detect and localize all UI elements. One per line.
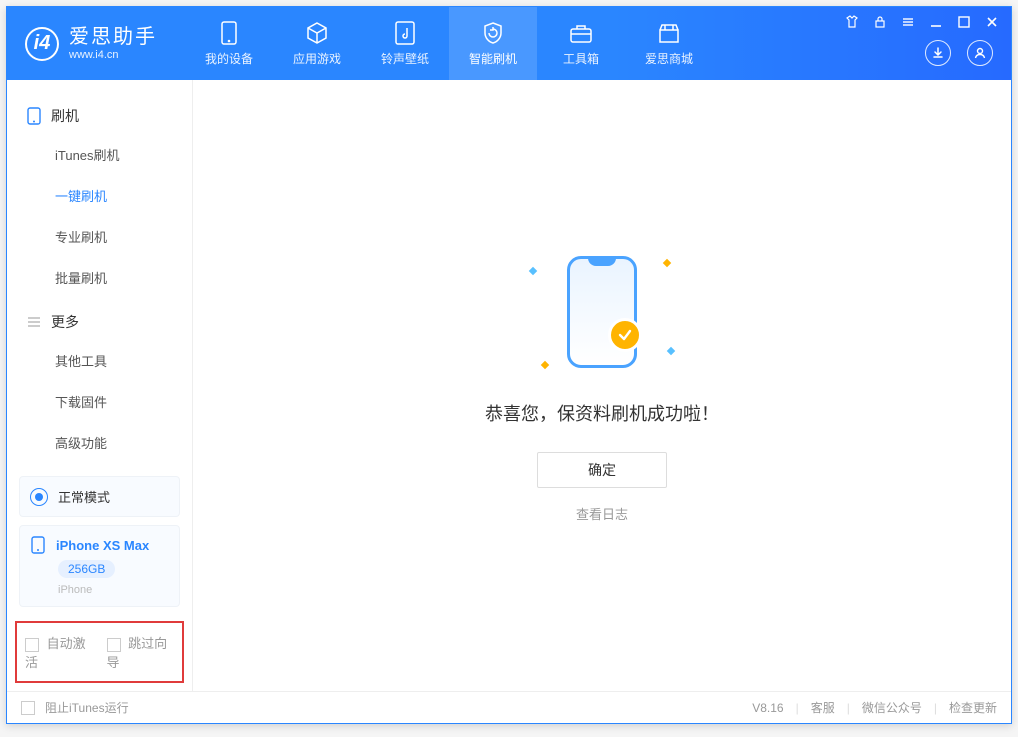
separator: | (934, 701, 937, 715)
checkbox-block-itunes[interactable]: 阻止iTunes运行 (21, 699, 129, 716)
footer-link-service[interactable]: 客服 (811, 699, 835, 716)
footer-link-update[interactable]: 检查更新 (949, 699, 997, 716)
sidebar-item-itunes-flash[interactable]: iTunes刷机 (7, 134, 192, 175)
maximize-button[interactable] (955, 13, 973, 31)
list-icon (27, 315, 41, 329)
brand-url: www.i4.cn (69, 49, 157, 62)
toolbox-icon (569, 21, 593, 45)
checkbox-skip-setup[interactable]: 跳过向导 (107, 633, 175, 671)
store-icon (657, 21, 681, 45)
mode-box[interactable]: 正常模式 (19, 476, 180, 517)
check-badge-icon (608, 318, 642, 352)
lock-icon[interactable] (871, 13, 889, 31)
close-button[interactable] (983, 13, 1001, 31)
storage-badge: 256GB (58, 560, 115, 578)
brand-text: 爱思助手 www.i4.cn (69, 25, 157, 62)
sparkle-icon (529, 267, 537, 275)
tab-ringtone[interactable]: 铃声壁纸 (361, 7, 449, 80)
sidebar-item-one-click-flash[interactable]: 一键刷机 (7, 175, 192, 216)
main-content: 恭喜您，保资料刷机成功啦！ 确定 查看日志 (193, 80, 1011, 691)
footer: 阻止iTunes运行 V8.16 | 客服 | 微信公众号 | 检查更新 (7, 691, 1011, 723)
phone-outline-icon (27, 107, 41, 125)
success-illustration (512, 248, 692, 378)
device-box[interactable]: iPhone XS Max 256GB iPhone (19, 525, 180, 607)
brand-name: 爱思助手 (69, 25, 157, 49)
tab-label: 智能刷机 (469, 50, 517, 67)
separator: | (796, 701, 799, 715)
user-icon[interactable] (967, 40, 993, 66)
options-row: 自动激活 跳过向导 (15, 621, 184, 683)
tab-label: 我的设备 (205, 50, 253, 67)
checkbox-icon (25, 638, 39, 652)
sidebar-group-label: 更多 (51, 312, 79, 332)
sidebar-item-batch-flash[interactable]: 批量刷机 (7, 257, 192, 298)
sidebar-item-pro-flash[interactable]: 专业刷机 (7, 216, 192, 257)
mode-label: 正常模式 (58, 487, 110, 506)
mode-dot-icon (30, 488, 48, 506)
tab-label: 应用游戏 (293, 50, 341, 67)
sidebar-item-download-firmware[interactable]: 下载固件 (7, 381, 192, 422)
tab-toolbox[interactable]: 工具箱 (537, 7, 625, 80)
sidebar: 刷机 iTunes刷机 一键刷机 专业刷机 批量刷机 更多 其他工具 下载固件 … (7, 80, 193, 691)
phone-icon (221, 21, 237, 45)
body: 刷机 iTunes刷机 一键刷机 专业刷机 批量刷机 更多 其他工具 下载固件 … (7, 80, 1011, 691)
tshirt-icon[interactable] (843, 13, 861, 31)
device-icon (30, 536, 46, 554)
brand: i4 爱思助手 www.i4.cn (7, 25, 175, 62)
app-window: i4 爱思助手 www.i4.cn 我的设备 应用游戏 (6, 6, 1012, 724)
device-type: iPhone (58, 584, 169, 596)
checkbox-icon (21, 701, 35, 715)
menu-icon[interactable] (899, 13, 917, 31)
separator: | (847, 701, 850, 715)
tab-smart-flash[interactable]: 智能刷机 (449, 7, 537, 80)
top-tabs: 我的设备 应用游戏 铃声壁纸 智能刷机 (185, 7, 713, 80)
download-icon[interactable] (925, 40, 951, 66)
minimize-button[interactable] (927, 13, 945, 31)
sparkle-icon (667, 347, 675, 355)
tab-apps[interactable]: 应用游戏 (273, 7, 361, 80)
brand-logo-icon: i4 (25, 27, 59, 61)
sidebar-item-advanced[interactable]: 高级功能 (7, 422, 192, 463)
tab-label: 爱思商城 (645, 50, 693, 67)
version-label: V8.16 (752, 701, 783, 715)
music-file-icon (395, 21, 415, 45)
shield-refresh-icon (481, 21, 505, 45)
view-log-link[interactable]: 查看日志 (576, 504, 628, 523)
sidebar-group-more[interactable]: 更多 (7, 304, 192, 340)
checkbox-label: 阻止iTunes运行 (45, 699, 129, 716)
sidebar-group-flash[interactable]: 刷机 (7, 98, 192, 134)
sparkle-icon (541, 361, 549, 369)
footer-link-wechat[interactable]: 微信公众号 (862, 699, 922, 716)
sidebar-item-other-tools[interactable]: 其他工具 (7, 340, 192, 381)
tab-store[interactable]: 爱思商城 (625, 7, 713, 80)
ok-button[interactable]: 确定 (537, 452, 667, 488)
topbar-right-icons (925, 40, 993, 66)
sparkle-icon (663, 259, 671, 267)
success-message: 恭喜您，保资料刷机成功啦！ (485, 400, 719, 426)
checkbox-auto-activate[interactable]: 自动激活 (25, 633, 93, 671)
sidebar-group-label: 刷机 (51, 106, 79, 126)
tab-label: 工具箱 (563, 50, 599, 67)
cube-icon (305, 21, 329, 45)
tab-my-device[interactable]: 我的设备 (185, 7, 273, 80)
tab-label: 铃声壁纸 (381, 50, 429, 67)
device-name: iPhone XS Max (56, 538, 149, 553)
topbar: i4 爱思助手 www.i4.cn 我的设备 应用游戏 (7, 7, 1011, 80)
window-controls (843, 13, 1001, 31)
checkbox-icon (107, 638, 121, 652)
sidebar-scroll: 刷机 iTunes刷机 一键刷机 专业刷机 批量刷机 更多 其他工具 下载固件 … (7, 80, 192, 476)
